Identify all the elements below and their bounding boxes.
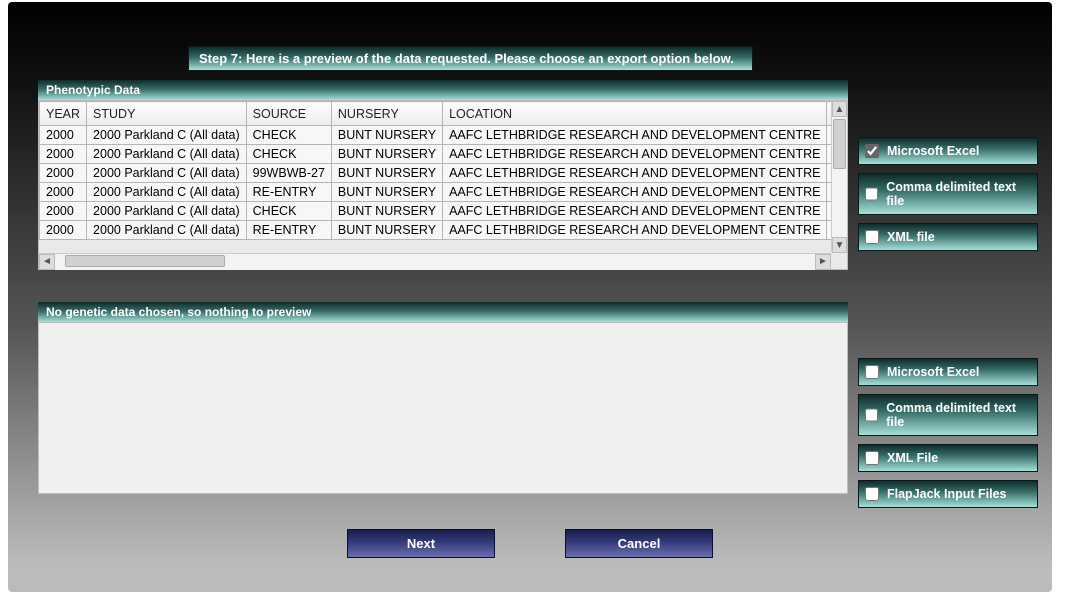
export-option-gen-1[interactable]: Comma delimited text file xyxy=(858,394,1038,436)
step-banner: Step 7: Here is a preview of the data re… xyxy=(188,46,753,71)
phenotypic-body: YEAR STUDY SOURCE NURSERY LOCATION GID 2… xyxy=(38,100,848,270)
genetic-header: No genetic data chosen, so nothing to pr… xyxy=(38,302,848,322)
export-checkbox[interactable] xyxy=(865,451,879,465)
export-label: Comma delimited text file xyxy=(886,401,1029,429)
table-row[interactable]: 20002000 Parkland C (All data)CHECKBUNT … xyxy=(40,202,848,221)
scroll-thumb[interactable] xyxy=(65,255,225,267)
phenotypic-grid[interactable]: YEAR STUDY SOURCE NURSERY LOCATION GID 2… xyxy=(39,101,847,269)
export-option-gen-0[interactable]: Microsoft Excel xyxy=(858,358,1038,386)
cell-nursery[interactable]: BUNT NURSERY xyxy=(331,202,442,221)
genetic-panel: No genetic data chosen, so nothing to pr… xyxy=(38,302,848,494)
cell-year[interactable]: 2000 xyxy=(40,183,87,202)
cell-location[interactable]: AAFC LETHBRIDGE RESEARCH AND DEVELOPMENT… xyxy=(443,126,827,145)
cell-location[interactable]: AAFC LETHBRIDGE RESEARCH AND DEVELOPMENT… xyxy=(443,145,827,164)
cell-study[interactable]: 2000 Parkland C (All data) xyxy=(87,183,247,202)
phenotypic-header: Phenotypic Data xyxy=(38,80,848,100)
export-checkbox[interactable] xyxy=(865,408,878,422)
scroll-up-icon[interactable]: ▲ xyxy=(832,101,847,117)
export-label: FlapJack Input Files xyxy=(887,487,1006,501)
export-option-phen-0[interactable]: Microsoft Excel xyxy=(858,137,1038,165)
cell-study[interactable]: 2000 Parkland C (All data) xyxy=(87,126,247,145)
col-location[interactable]: LOCATION xyxy=(443,102,827,126)
app-window: Step 7: Here is a preview of the data re… xyxy=(8,2,1052,592)
cell-study[interactable]: 2000 Parkland C (All data) xyxy=(87,145,247,164)
phenotypic-panel: Phenotypic Data YEAR STUDY SOURCE NURSER… xyxy=(38,80,848,270)
col-study[interactable]: STUDY xyxy=(87,102,247,126)
button-row: Next Cancel xyxy=(8,529,1052,558)
cell-study[interactable]: 2000 Parkland C (All data) xyxy=(87,221,247,240)
cell-nursery[interactable]: BUNT NURSERY xyxy=(331,126,442,145)
scroll-down-icon[interactable]: ▼ xyxy=(832,237,847,253)
col-source[interactable]: SOURCE xyxy=(246,102,331,126)
cell-nursery[interactable]: BUNT NURSERY xyxy=(331,145,442,164)
export-checkbox[interactable] xyxy=(865,365,879,379)
table-row[interactable]: 20002000 Parkland C (All data)99WBWB-27B… xyxy=(40,164,848,183)
scroll-track[interactable] xyxy=(55,254,815,270)
table-row[interactable]: 20002000 Parkland C (All data)CHECKBUNT … xyxy=(40,126,848,145)
export-label: XML file xyxy=(887,230,935,244)
table-header-row: YEAR STUDY SOURCE NURSERY LOCATION GID xyxy=(40,102,848,126)
export-checkbox[interactable] xyxy=(865,487,879,501)
cell-nursery[interactable]: BUNT NURSERY xyxy=(331,164,442,183)
scroll-thumb[interactable] xyxy=(833,119,846,169)
export-option-gen-3[interactable]: FlapJack Input Files xyxy=(858,480,1038,508)
table-row[interactable]: 20002000 Parkland C (All data)CHECKBUNT … xyxy=(40,145,848,164)
cell-source[interactable]: 99WBWB-27 xyxy=(246,164,331,183)
col-year[interactable]: YEAR xyxy=(40,102,87,126)
col-nursery[interactable]: NURSERY xyxy=(331,102,442,126)
outer-scroll-container[interactable]: Step 7: Here is a preview of the data re… xyxy=(0,0,1060,603)
cell-year[interactable]: 2000 xyxy=(40,126,87,145)
export-label: XML File xyxy=(887,451,938,465)
cell-source[interactable]: CHECK xyxy=(246,126,331,145)
cell-study[interactable]: 2000 Parkland C (All data) xyxy=(87,164,247,183)
scroll-track[interactable] xyxy=(832,117,847,237)
export-checkbox[interactable] xyxy=(865,144,879,158)
next-button[interactable]: Next xyxy=(347,529,495,558)
cell-nursery[interactable]: BUNT NURSERY xyxy=(331,183,442,202)
cell-year[interactable]: 2000 xyxy=(40,145,87,164)
cell-location[interactable]: AAFC LETHBRIDGE RESEARCH AND DEVELOPMENT… xyxy=(443,183,827,202)
table-row[interactable]: 20002000 Parkland C (All data)RE-ENTRYBU… xyxy=(40,183,848,202)
export-option-phen-2[interactable]: XML file xyxy=(858,223,1038,251)
cell-nursery[interactable]: BUNT NURSERY xyxy=(331,221,442,240)
export-label: Microsoft Excel xyxy=(887,365,979,379)
cell-year[interactable]: 2000 xyxy=(40,164,87,183)
export-label: Comma delimited text file xyxy=(886,180,1029,208)
export-option-phen-1[interactable]: Comma delimited text file xyxy=(858,173,1038,215)
scroll-right-icon[interactable]: ► xyxy=(815,254,831,270)
export-checkbox[interactable] xyxy=(865,187,878,201)
scroll-left-icon[interactable]: ◄ xyxy=(39,254,55,270)
cell-source[interactable]: CHECK xyxy=(246,202,331,221)
grid-vertical-scrollbar[interactable]: ▲ ▼ xyxy=(831,101,847,253)
cell-source[interactable]: RE-ENTRY xyxy=(246,183,331,202)
export-checkbox[interactable] xyxy=(865,230,879,244)
cell-year[interactable]: 2000 xyxy=(40,221,87,240)
table-row[interactable]: 20002000 Parkland C (All data)RE-ENTRYBU… xyxy=(40,221,848,240)
cancel-button[interactable]: Cancel xyxy=(565,529,713,558)
cell-year[interactable]: 2000 xyxy=(40,202,87,221)
cell-source[interactable]: RE-ENTRY xyxy=(246,221,331,240)
cell-location[interactable]: AAFC LETHBRIDGE RESEARCH AND DEVELOPMENT… xyxy=(443,202,827,221)
cell-source[interactable]: CHECK xyxy=(246,145,331,164)
export-options-genetic: Microsoft Excel Comma delimited text file… xyxy=(858,358,1038,516)
cell-study[interactable]: 2000 Parkland C (All data) xyxy=(87,202,247,221)
export-option-gen-2[interactable]: XML File xyxy=(858,444,1038,472)
export-label: Microsoft Excel xyxy=(887,144,979,158)
cell-location[interactable]: AAFC LETHBRIDGE RESEARCH AND DEVELOPMENT… xyxy=(443,164,827,183)
genetic-body-empty xyxy=(38,322,848,494)
export-options-phenotypic: Microsoft Excel Comma delimited text file… xyxy=(858,137,1038,259)
grid-horizontal-scrollbar[interactable]: ◄ ► xyxy=(39,253,831,269)
cell-location[interactable]: AAFC LETHBRIDGE RESEARCH AND DEVELOPMENT… xyxy=(443,221,827,240)
